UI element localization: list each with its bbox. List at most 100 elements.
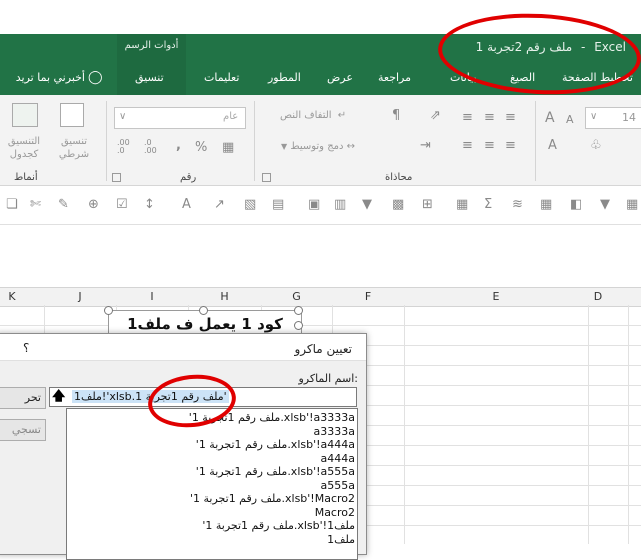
lightbulb-icon: ◯ <box>88 70 103 85</box>
edit-button[interactable]: تحر <box>0 387 46 409</box>
number-group-label: رقم <box>180 172 197 183</box>
percent-icon[interactable]: % <box>195 141 207 155</box>
ribbon: ∨ 14 A A A ♧ ≡ ≡ ≡ ⇗ ≡ ≡ ≡ ⇥ ¶ التفاف ال… <box>0 95 641 186</box>
text-effect-icon[interactable]: A <box>182 198 191 212</box>
number-format-box[interactable]: ∨ عام <box>114 107 246 129</box>
list-item[interactable]: 'ملف رقم 1تجربة 1.xlsb'!Macro2 <box>67 492 355 506</box>
tab-developer[interactable]: المطور <box>268 71 301 84</box>
grow-font-icon[interactable]: A <box>545 111 555 125</box>
list-item[interactable]: 'ملف رقم 1تجربة 1.xlsb'!a444a <box>67 438 355 452</box>
column-header-f[interactable]: F <box>332 290 404 303</box>
upload-icon[interactable]: 🡅 <box>52 390 65 403</box>
list-item[interactable]: 'ملف رقم 1تجربة 1.xlsb'!a555a <box>67 465 355 479</box>
list-item[interactable]: a444a <box>67 452 355 466</box>
align-bottom-icon[interactable]: ≡ <box>462 111 473 125</box>
number-format-value: عام <box>223 111 239 122</box>
align-top-icon[interactable]: ≡ <box>505 111 516 125</box>
list-item[interactable]: Macro2 <box>67 506 355 520</box>
tab-help[interactable]: تعليمات <box>204 71 239 84</box>
align-center-icon[interactable]: ≡ <box>484 139 495 153</box>
sort-icon[interactable]: ▦ <box>626 198 638 212</box>
font-color-icon[interactable]: A <box>548 139 557 153</box>
column-header-j[interactable]: J <box>44 290 116 303</box>
wrap-text-button[interactable]: التفاف النص ↵ <box>280 110 346 121</box>
merge-center-button[interactable]: ▼ دمج وتوسيط ↔ <box>281 141 355 152</box>
filter-dropdown-icon[interactable]: ▼ <box>600 198 610 212</box>
accounting-icon[interactable]: ▦ <box>222 141 234 155</box>
format-as-table-button[interactable]: التنسيق كجدول <box>0 135 48 161</box>
chart-icon[interactable]: ≋ <box>512 198 523 212</box>
indent-icon[interactable]: ⇥ <box>420 139 431 153</box>
column-header-g[interactable]: G <box>261 290 332 303</box>
shrink-font-icon[interactable]: A <box>566 113 574 127</box>
align-icon[interactable]: ▤ <box>272 198 284 212</box>
camera-icon[interactable]: ▦ <box>456 198 468 212</box>
column-headers: D E F G H I J K <box>0 287 641 307</box>
textbox-icon[interactable]: ▥ <box>334 198 346 212</box>
dialog-title: تعيين ماكرو <box>294 342 352 356</box>
filter-icon[interactable]: ▼ <box>362 198 372 212</box>
resize-handle[interactable] <box>294 321 303 330</box>
column-header-h[interactable]: H <box>188 290 261 303</box>
image-icon[interactable]: ◧ <box>570 198 582 212</box>
resize-handle[interactable] <box>294 306 303 315</box>
fill-color-icon[interactable]: ♧ <box>590 139 602 153</box>
macro-name-label: اسم الماكرو: <box>298 372 358 385</box>
form-icon[interactable]: ▩ <box>392 198 404 212</box>
height-icon[interactable]: ↕ <box>144 198 155 212</box>
format-as-table-icon[interactable] <box>12 103 38 127</box>
styles-group-label: أنماط <box>14 172 38 183</box>
macro-icon[interactable]: ▣ <box>308 198 320 212</box>
grid-icon[interactable]: ⊞ <box>422 198 433 212</box>
tab-format-label: تنسيق <box>135 71 164 84</box>
sum-icon[interactable]: Σ <box>484 198 492 212</box>
tab-format[interactable]: تنسيق <box>117 61 186 95</box>
alignment-launcher-icon[interactable] <box>262 173 271 182</box>
bring-forward-icon[interactable]: ▧ <box>244 198 256 212</box>
resize-handle[interactable] <box>199 306 208 315</box>
help-icon[interactable]: ؟ <box>23 341 29 355</box>
conditional-formatting-icon[interactable] <box>60 103 84 127</box>
column-header-k[interactable]: K <box>0 290 24 303</box>
assign-macro-dialog: تعيين ماكرو ؟ اسم الماكرو: 🡅 'ملف رقم 1ت… <box>0 333 367 560</box>
context-group-header: أدوات الرسم <box>117 34 186 61</box>
list-item[interactable]: a3333a <box>67 425 355 439</box>
wrap-text-icon: ↵ <box>337 110 347 121</box>
macro-list[interactable]: 'ملف رقم 1تجربة 1.xlsb'!a3333a a3333a 'م… <box>66 408 358 560</box>
tell-me-text: أخبرني بما تريد <box>15 71 85 84</box>
align-right-icon[interactable]: ≡ <box>505 139 516 153</box>
align-middle-icon[interactable]: ≡ <box>484 111 495 125</box>
orientation-icon[interactable]: ⇗ <box>430 109 441 123</box>
eraser-icon[interactable]: ✎ <box>58 198 69 212</box>
merge-icon: ↔ <box>346 141 356 152</box>
column-header-i[interactable]: I <box>116 290 188 303</box>
paste-icon[interactable]: ✄ <box>30 198 41 212</box>
font-size-box[interactable]: ∨ 14 <box>585 107 641 129</box>
conditional-formatting-button[interactable]: تنسيق شرطي <box>52 135 96 161</box>
dialog-titlebar: تعيين ماكرو ؟ <box>0 334 366 361</box>
drawing-toolbar: ❏ ✄ ✎ ⊕ ☑ ↕ A ↗ ▧ ▤ ▣ ▥ ▼ ▩ ⊞ ▦ Σ ≋ ▦ ◧ … <box>0 186 641 225</box>
resize-handle[interactable] <box>104 306 113 315</box>
tab-view[interactable]: عرض <box>327 71 353 84</box>
copy-icon[interactable]: ❏ <box>6 198 18 212</box>
chevron-down-icon: ▼ <box>281 142 288 151</box>
rtl-icon[interactable]: ¶ <box>392 109 400 123</box>
table-icon[interactable]: ▦ <box>540 198 552 212</box>
list-item[interactable]: a555a <box>67 479 355 493</box>
zoom-icon[interactable]: ⊕ <box>88 198 99 212</box>
chevron-down-icon: ∨ <box>590 111 598 122</box>
checkbox-icon[interactable]: ☑ <box>116 198 128 212</box>
record-button[interactable]: تسجي <box>0 419 46 441</box>
arrow-icon[interactable]: ↗ <box>214 198 225 212</box>
chevron-down-icon: ∨ <box>119 111 127 122</box>
comma-icon[interactable]: , <box>176 139 181 153</box>
alignment-group-label: محاذاة <box>385 172 413 183</box>
column-header-e[interactable]: E <box>404 290 588 303</box>
increase-decimal-icon[interactable]: .00.0 <box>117 139 130 155</box>
align-left-icon[interactable]: ≡ <box>462 139 473 153</box>
tab-review[interactable]: مراجعة <box>378 71 411 84</box>
number-launcher-icon[interactable] <box>112 173 121 182</box>
tell-me-box[interactable]: ◯ أخبرني بما تريد <box>0 70 105 88</box>
list-item[interactable]: 'ملف رقم 1تجربة 1.xlsb'!ملف1 <box>67 519 355 533</box>
decrease-decimal-icon[interactable]: .0.00 <box>144 139 157 155</box>
